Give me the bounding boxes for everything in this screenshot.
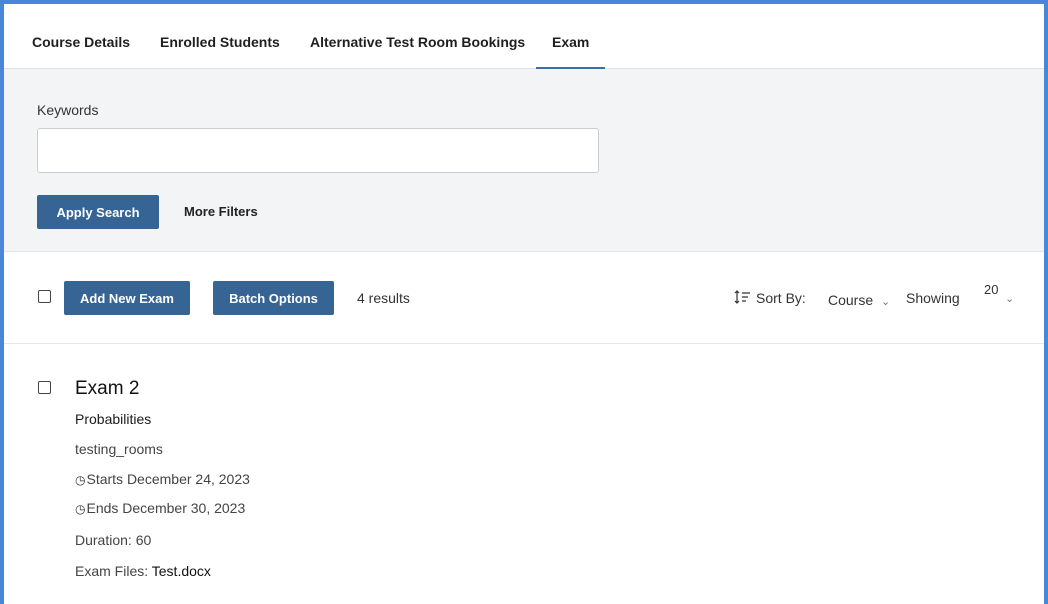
exam-start-date: ◷Starts December 24, 2023 bbox=[75, 471, 250, 487]
results-count: 4 results bbox=[357, 290, 410, 306]
exam-files: Exam Files: Test.docx bbox=[75, 563, 211, 579]
tab-exam[interactable]: Exam bbox=[536, 4, 606, 69]
clock-icon: ◷ bbox=[75, 473, 86, 487]
tab-alternative-test-room-bookings[interactable]: Alternative Test Room Bookings bbox=[294, 4, 541, 69]
keywords-label: Keywords bbox=[37, 102, 99, 118]
tab-course-details[interactable]: Course Details bbox=[16, 4, 146, 69]
tab-bar: Course Details Enrolled Students Alterna… bbox=[4, 4, 1044, 69]
sort-by-select[interactable]: Course ⌄ bbox=[828, 292, 890, 308]
exam-room: testing_rooms bbox=[75, 441, 163, 457]
exam-duration: Duration: 60 bbox=[75, 532, 152, 548]
clock-icon: ◷ bbox=[75, 502, 86, 516]
exam-end-date: ◷Ends December 30, 2023 bbox=[75, 500, 245, 516]
add-new-exam-button[interactable]: Add New Exam bbox=[64, 281, 190, 315]
search-panel: Keywords Apply Search More Filters bbox=[4, 69, 1044, 252]
exam-title[interactable]: Exam 2 bbox=[75, 378, 139, 400]
app-frame: Course Details Enrolled Students Alterna… bbox=[0, 0, 1048, 604]
sort-by-label: Sort By: bbox=[756, 290, 806, 306]
sort-icon bbox=[734, 289, 752, 308]
exam-file-link[interactable]: Test.docx bbox=[152, 563, 211, 579]
chevron-down-icon: ⌄ bbox=[881, 296, 891, 308]
tab-enrolled-students[interactable]: Enrolled Students bbox=[144, 4, 296, 69]
showing-label: Showing bbox=[906, 290, 960, 306]
exam-start-text: Starts December 24, 2023 bbox=[86, 471, 250, 487]
batch-options-button[interactable]: Batch Options bbox=[213, 281, 334, 315]
exam-files-label: Exam Files: bbox=[75, 563, 149, 579]
sort-by-value: Course bbox=[828, 292, 874, 308]
select-all-checkbox[interactable] bbox=[38, 290, 51, 303]
apply-search-button[interactable]: Apply Search bbox=[37, 195, 159, 229]
results-toolbar: Add New Exam Batch Options 4 results Sor… bbox=[4, 252, 1044, 344]
exam-list-item: Exam 2 Probabilities testing_rooms ◷Star… bbox=[4, 344, 1044, 604]
chevron-down-icon[interactable]: ⌄ bbox=[1005, 292, 1014, 305]
more-filters-button[interactable]: More Filters bbox=[184, 195, 258, 229]
exam-checkbox[interactable] bbox=[38, 381, 51, 394]
keywords-input[interactable] bbox=[37, 128, 599, 173]
exam-course: Probabilities bbox=[75, 411, 152, 427]
exam-end-text: Ends December 30, 2023 bbox=[86, 500, 246, 516]
page-size-select[interactable]: 20 bbox=[984, 282, 998, 297]
